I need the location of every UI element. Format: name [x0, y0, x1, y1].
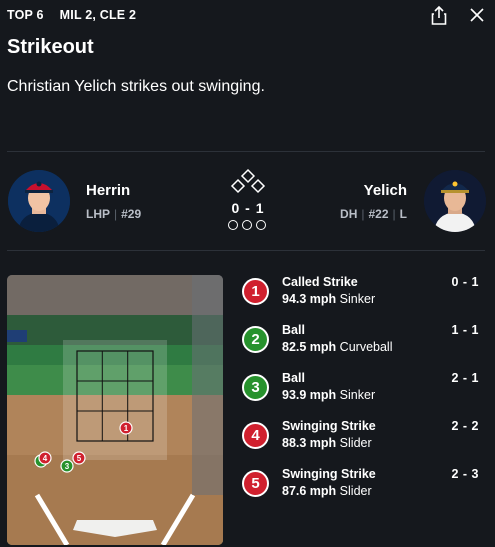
svg-text:4: 4: [43, 454, 48, 463]
pitch-type: Curveball: [339, 340, 393, 354]
pitch-number-badge: 2: [242, 326, 269, 353]
pitcher-meta: LHP | #29: [86, 207, 142, 221]
batter-number: #22: [368, 207, 389, 221]
pitch-location-image: 1 4 3 5: [7, 275, 223, 545]
inning-label: TOP 6: [7, 8, 44, 22]
play-title: Strikeout: [7, 36, 94, 58]
pitch-number-badge: 3: [242, 374, 269, 401]
pitch-count: 1 - 1: [451, 323, 479, 337]
batter-avatar[interactable]: [424, 170, 486, 232]
ball-strike-count: 0 - 1: [231, 200, 265, 216]
out-dot: [242, 220, 252, 230]
pitch-count: 2 - 2: [451, 419, 479, 433]
top-bar: TOP 6 MIL 2, CLE 2: [7, 5, 485, 25]
pitch-speed: 88.3 mph: [282, 436, 337, 450]
pitch-count: 2 - 3: [451, 467, 479, 481]
pitch-speed: 82.5 mph: [282, 340, 337, 354]
score-label: MIL 2, CLE 2: [59, 8, 137, 22]
pitch-speed: 87.6 mph: [282, 484, 337, 498]
bases-diamond: [228, 168, 268, 196]
pitch-number-badge: 5: [242, 470, 269, 497]
pitch-number-badge: 1: [242, 278, 269, 305]
pitch-result: Called Strike: [282, 275, 358, 289]
pitch-result: Swinging Strike: [282, 467, 376, 481]
pitch-count: 0 - 1: [451, 275, 479, 289]
batter-bats: L: [399, 207, 407, 221]
pitch-row[interactable]: 3 Ball 93.9 mph Sinker 2 - 1: [240, 371, 485, 415]
pitch-detail: 93.9 mph Sinker: [282, 388, 375, 402]
pitch-detail: 87.6 mph Slider: [282, 484, 372, 498]
pitch-detail: 82.5 mph Curveball: [282, 340, 392, 354]
out-dot: [228, 220, 238, 230]
outs-indicator: [228, 220, 266, 230]
pitch-type: Sinker: [339, 292, 376, 306]
pitch-type: Slider: [339, 436, 372, 450]
close-icon[interactable]: [469, 7, 485, 23]
divider: [7, 151, 485, 152]
pitch-speed: 93.9 mph: [282, 388, 337, 402]
pitch-number-badge: 4: [242, 422, 269, 449]
pitch-row[interactable]: 5 Swinging Strike 87.6 mph Slider 2 - 3: [240, 467, 485, 511]
batter-position: DH: [340, 207, 358, 221]
out-dot: [256, 220, 266, 230]
svg-text:1: 1: [124, 424, 129, 433]
pitch-type: Slider: [339, 484, 372, 498]
batter-name[interactable]: Yelich: [364, 182, 407, 199]
pitcher-avatar[interactable]: [8, 170, 70, 232]
pitch-row[interactable]: 4 Swinging Strike 88.3 mph Slider 2 - 2: [240, 419, 485, 463]
pitch-speed: 94.3 mph: [282, 292, 337, 306]
play-description: Christian Yelich strikes out swinging.: [7, 78, 265, 95]
pitch-detail: 88.3 mph Slider: [282, 436, 372, 450]
svg-text:5: 5: [77, 454, 82, 463]
pitcher-position: LHP: [86, 207, 110, 221]
share-icon[interactable]: [431, 5, 447, 25]
svg-text:3: 3: [65, 462, 70, 471]
batter-meta: DH | #22 | L: [340, 207, 407, 221]
divider: [7, 250, 485, 251]
pitch-result: Swinging Strike: [282, 419, 376, 433]
pitch-detail: 94.3 mph Sinker: [282, 292, 375, 306]
matchup-panel: Herrin LHP | #29 0 - 1 Yelich DH | #22 | L: [0, 160, 495, 244]
pitch-result: Ball: [282, 323, 305, 337]
pitch-row[interactable]: 1 Called Strike 94.3 mph Sinker 0 - 1: [240, 275, 485, 319]
pitch-row[interactable]: 2 Ball 82.5 mph Curveball 1 - 1: [240, 323, 485, 367]
pitch-count: 2 - 1: [451, 371, 479, 385]
pitcher-number: #29: [121, 207, 142, 221]
pitch-result: Ball: [282, 371, 305, 385]
pitch-type: Sinker: [339, 388, 376, 402]
pitcher-name[interactable]: Herrin: [86, 182, 130, 199]
